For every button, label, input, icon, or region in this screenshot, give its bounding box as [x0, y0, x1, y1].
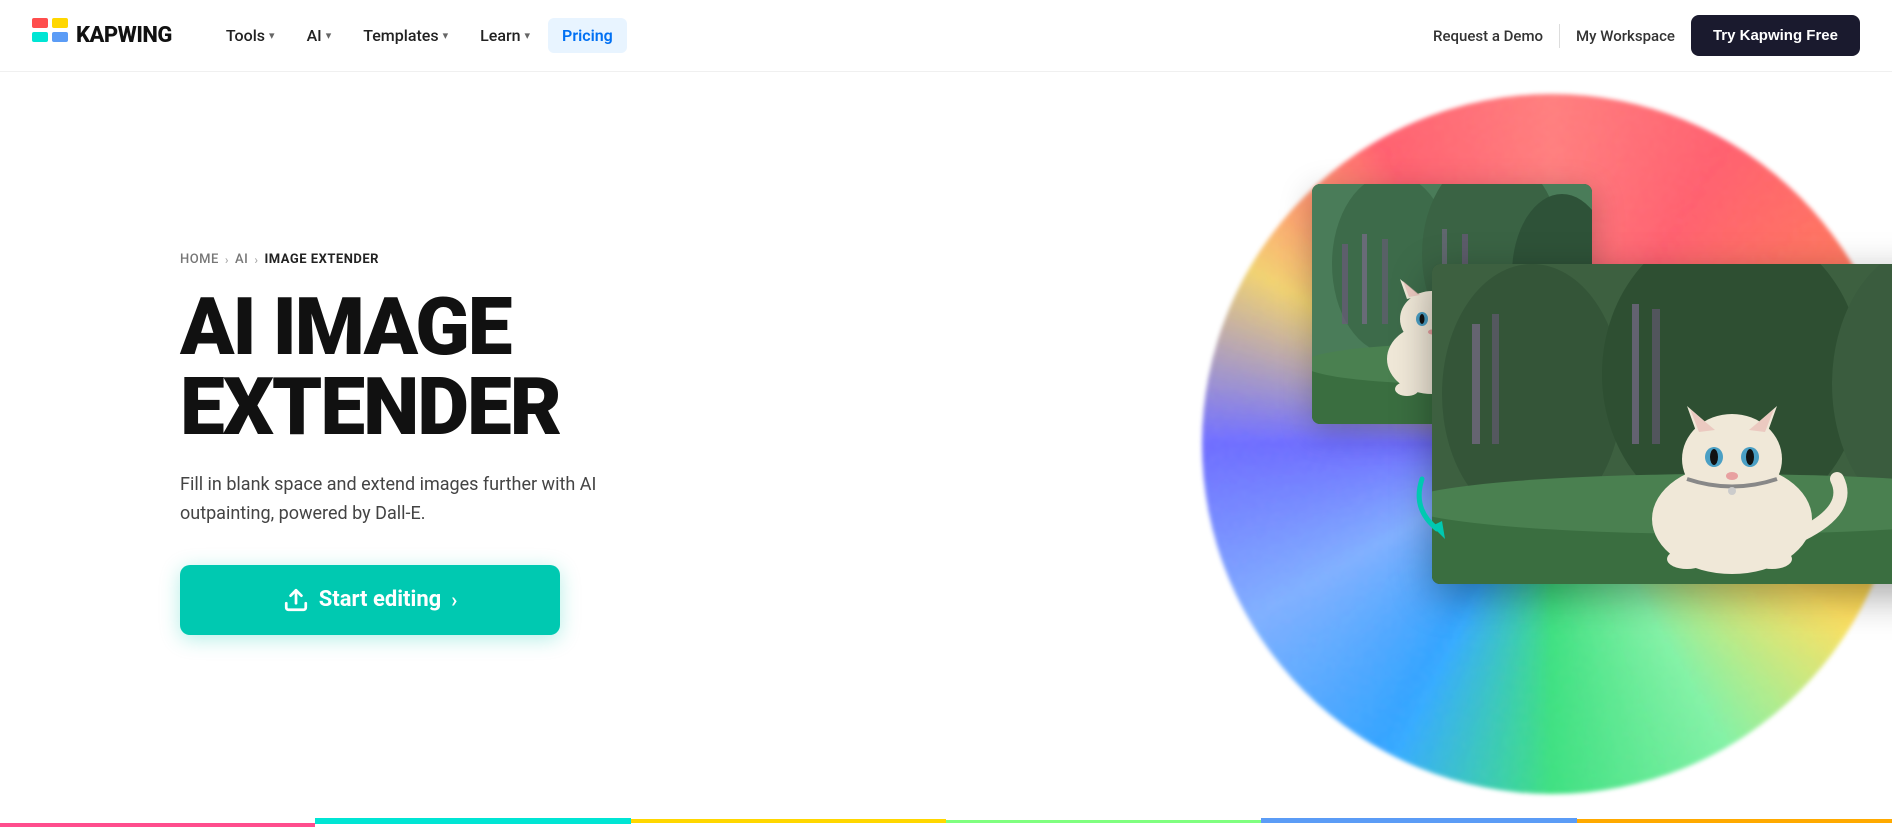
- nav-templates[interactable]: Templates ▾: [349, 18, 462, 53]
- nav-ai[interactable]: AI ▾: [293, 18, 346, 53]
- kapwing-logo-icon: [32, 18, 68, 54]
- start-editing-label: Start editing: [319, 587, 442, 612]
- nav-pricing-label: Pricing: [562, 26, 613, 45]
- breadcrumb-sep-1: ›: [225, 253, 229, 267]
- bar-cyan: [315, 818, 630, 824]
- nav-right: Request a Demo My Workspace Try Kapwing …: [1433, 15, 1860, 56]
- try-kapwing-free-button[interactable]: Try Kapwing Free: [1691, 15, 1860, 56]
- breadcrumb-sep-2: ›: [254, 253, 258, 267]
- hero-description: Fill in blank space and extend images fu…: [180, 471, 660, 529]
- start-editing-button[interactable]: Start editing ›: [180, 565, 560, 635]
- nav-pricing[interactable]: Pricing: [548, 18, 627, 53]
- nav-divider: [1559, 24, 1560, 48]
- learn-chevron-icon: ▾: [525, 29, 531, 42]
- nav-links: Tools ▾ AI ▾ Templates ▾ Learn ▾ Pricing: [212, 18, 1433, 53]
- bottom-color-bars: [0, 815, 1892, 827]
- nav-tools[interactable]: Tools ▾: [212, 18, 289, 53]
- bar-orange: [1577, 819, 1892, 823]
- navigation: KAPWING Tools ▾ AI ▾ Templates ▾ Learn ▾…: [0, 0, 1892, 72]
- curved-arrow-icon: [1407, 464, 1487, 544]
- bar-green: [946, 820, 1261, 823]
- breadcrumb-home[interactable]: HOME: [180, 252, 219, 267]
- hero-section: HOME › AI › IMAGE EXTENDER AI IMAGE EXTE…: [0, 72, 1892, 815]
- hero-content: HOME › AI › IMAGE EXTENDER AI IMAGE EXTE…: [180, 252, 660, 635]
- nav-learn-label: Learn: [480, 26, 520, 45]
- cat-scene-large-svg: [1432, 264, 1892, 584]
- request-demo-link[interactable]: Request a Demo: [1433, 27, 1543, 45]
- logo-text: KAPWING: [76, 23, 172, 48]
- my-workspace-link[interactable]: My Workspace: [1576, 27, 1675, 45]
- templates-chevron-icon: ▾: [443, 29, 449, 42]
- nav-tools-label: Tools: [226, 26, 265, 45]
- page-title: AI IMAGE EXTENDER: [180, 287, 660, 447]
- cta-chevron-icon: ›: [451, 588, 457, 612]
- hero-visual: [1152, 84, 1892, 804]
- breadcrumb: HOME › AI › IMAGE EXTENDER: [180, 252, 660, 267]
- bar-blue: [1261, 818, 1576, 823]
- nav-templates-label: Templates: [363, 26, 438, 45]
- ai-chevron-icon: ▾: [326, 29, 332, 42]
- tools-chevron-icon: ▾: [269, 29, 275, 42]
- bar-pink: [0, 823, 315, 827]
- upload-icon: [283, 587, 309, 613]
- image-large: [1432, 264, 1892, 584]
- nav-ai-label: AI: [307, 26, 322, 45]
- title-line2: EXTENDER: [180, 360, 560, 454]
- bar-yellow: [631, 819, 946, 823]
- breadcrumb-current: IMAGE EXTENDER: [264, 252, 379, 267]
- logo-link[interactable]: KAPWING: [32, 18, 172, 54]
- breadcrumb-ai[interactable]: AI: [235, 252, 248, 267]
- nav-learn[interactable]: Learn ▾: [466, 18, 544, 53]
